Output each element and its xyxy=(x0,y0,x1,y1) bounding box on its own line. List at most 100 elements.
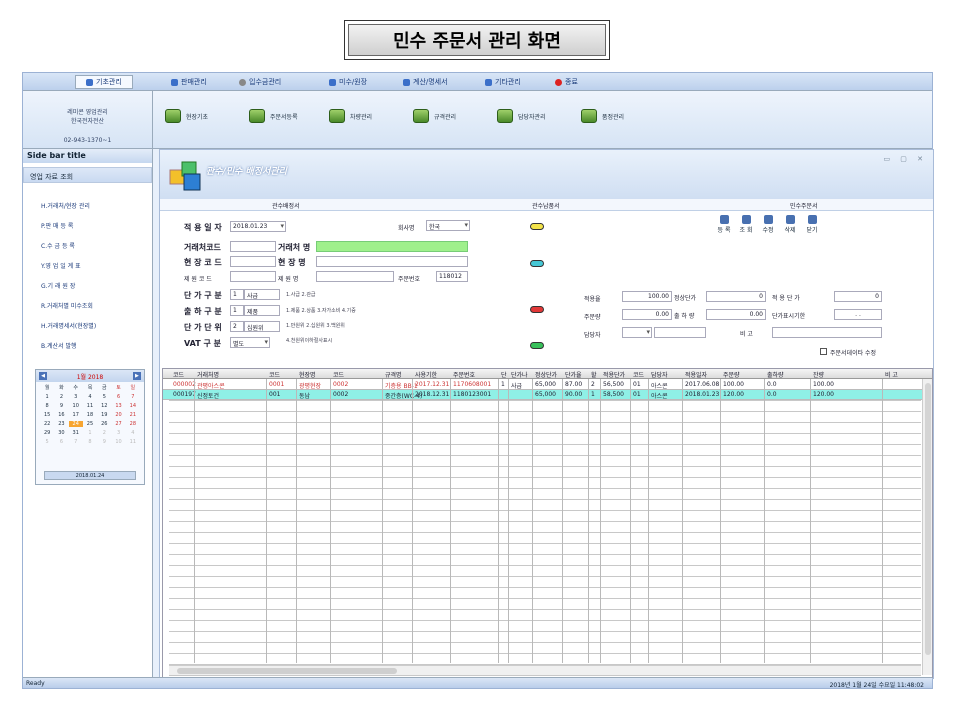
calendar-day[interactable]: 23 xyxy=(54,421,68,427)
client-name-field[interactable] xyxy=(316,241,468,252)
calendar-day[interactable]: 1 xyxy=(40,394,54,400)
calendar-day[interactable]: 5 xyxy=(97,394,111,400)
tab-gov-delivery[interactable]: 관수납품서 xyxy=(532,201,560,210)
spec-code-field[interactable] xyxy=(230,271,276,282)
calendar-day[interactable]: 27 xyxy=(111,421,125,427)
prev-month-button[interactable]: ◀ xyxy=(39,372,47,380)
grid-column-header[interactable]: 단 xyxy=(501,370,507,379)
menu-etc[interactable]: 기타관리 xyxy=(485,77,521,87)
ship-type-code-field[interactable]: 1 xyxy=(230,305,244,316)
sidebar-item-ledger[interactable]: G.기 래 원 장 xyxy=(41,281,75,290)
site-code-field[interactable] xyxy=(230,256,276,267)
calendar-day[interactable]: 1 xyxy=(83,430,97,436)
vat-select[interactable]: 별도 xyxy=(230,337,270,348)
edit-button[interactable]: 수정 xyxy=(758,214,778,242)
calendar-day[interactable]: 12 xyxy=(97,403,111,409)
calendar-day[interactable]: 29 xyxy=(40,430,54,436)
calendar-day[interactable]: 26 xyxy=(97,421,111,427)
sidebar-item-statement[interactable]: H.거래명세서(현장별) xyxy=(41,321,96,330)
calendar-day[interactable]: 17 xyxy=(69,412,83,418)
grid-column-header[interactable]: 비 고 xyxy=(885,370,898,379)
grid-column-header[interactable]: 주문번호 xyxy=(453,370,475,379)
grid-column-header[interactable]: 잔량 xyxy=(813,370,824,379)
close-button[interactable]: 닫기 xyxy=(802,214,822,242)
price-unit-value-field[interactable]: 십원위 xyxy=(244,321,280,332)
calendar-day[interactable]: 15 xyxy=(40,412,54,418)
order-qty-field[interactable]: 0.00 xyxy=(622,309,672,320)
calendar-day[interactable]: 6 xyxy=(54,439,68,445)
tool-product[interactable]: 품정관리 xyxy=(581,109,624,123)
sidebar-item-daily[interactable]: Y.영 업 일 계 표 xyxy=(41,261,81,270)
vertical-scroll-thumb[interactable] xyxy=(925,383,931,655)
menu-collection[interactable]: 입수금관리 xyxy=(239,77,281,87)
register-button[interactable]: 등 록 xyxy=(714,214,734,242)
calendar-day[interactable]: 18 xyxy=(83,412,97,418)
search-button[interactable]: 조 회 xyxy=(736,214,756,242)
grid-column-header[interactable]: 정상단가 xyxy=(535,370,557,379)
calendar-day[interactable]: 10 xyxy=(111,439,125,445)
grid-column-header[interactable]: 단가나 xyxy=(511,370,528,379)
grid-column-header[interactable]: 적용단가 xyxy=(603,370,625,379)
manager-name-field[interactable] xyxy=(654,327,706,338)
spec-name-field[interactable] xyxy=(316,271,394,282)
delete-button[interactable]: 삭제 xyxy=(780,214,800,242)
calendar-day[interactable]: 3 xyxy=(69,394,83,400)
tool-spec[interactable]: 규격관리 xyxy=(413,109,456,123)
tab-gov-assign[interactable]: 관수배정서 xyxy=(272,201,300,210)
calendar-day[interactable]: 24 xyxy=(68,421,83,427)
menu-basic[interactable]: 기초관리 xyxy=(75,75,133,89)
ship-qty-field[interactable]: 0.00 xyxy=(706,309,766,320)
calendar-day[interactable]: 13 xyxy=(111,403,125,409)
calendar-day[interactable]: 5 xyxy=(40,439,54,445)
grid-column-header[interactable]: 코드 xyxy=(269,370,280,379)
tool-manager[interactable]: 담당자관리 xyxy=(497,109,546,123)
menu-receivable[interactable]: 미수/원장 xyxy=(329,77,367,87)
apply-date-field[interactable]: 2018.01.23 xyxy=(230,221,286,232)
next-month-button[interactable]: ▶ xyxy=(132,372,141,380)
calendar-day[interactable]: 2 xyxy=(97,430,111,436)
calendar-day[interactable]: 16 xyxy=(54,412,68,418)
horizontal-scroll-thumb[interactable] xyxy=(177,668,397,674)
calendar-day[interactable]: 21 xyxy=(126,412,140,418)
tool-order-register[interactable]: 주문서등록 xyxy=(249,109,298,123)
grid-column-header[interactable]: 단가율 xyxy=(565,370,582,379)
grid-column-header[interactable]: 주문량 xyxy=(723,370,740,379)
calendar-day[interactable]: 31 xyxy=(69,430,83,436)
calendar-day[interactable]: 7 xyxy=(69,439,83,445)
grid-column-header[interactable]: 출하량 xyxy=(767,370,784,379)
window-controls[interactable]: ▭ ▢ ✕ xyxy=(883,155,927,163)
normal-price-field[interactable]: 0 xyxy=(706,291,766,302)
sidebar-item-receivable[interactable]: R.거래처별 미수조회 xyxy=(41,301,93,310)
calendar-day[interactable]: 8 xyxy=(83,439,97,445)
sidebar-item-sales[interactable]: P.판 매 등 록 xyxy=(41,221,73,230)
calendar-day[interactable]: 28 xyxy=(126,421,140,427)
calendar-day[interactable]: 11 xyxy=(83,403,97,409)
calendar-day[interactable]: 8 xyxy=(40,403,54,409)
site-name-field[interactable] xyxy=(316,256,468,267)
grid-column-header[interactable]: 할 xyxy=(591,370,597,379)
calendar-day[interactable]: 7 xyxy=(126,394,140,400)
grid-column-header[interactable]: 규격명 xyxy=(385,370,402,379)
sidebar-item-tax-invoice[interactable]: B.계산서 발행 xyxy=(41,341,77,350)
table-row[interactable]: 000002 관평아스콘 0001 광평현장 0002 기층용 BB-1 2017.12.3… xyxy=(163,380,932,390)
grid-column-header[interactable]: 코드 xyxy=(173,370,184,379)
grid-column-header[interactable]: 사용기한 xyxy=(415,370,437,379)
note-field[interactable] xyxy=(772,327,882,338)
calendar-day[interactable]: 6 xyxy=(111,394,125,400)
price-unit-code-field[interactable]: 2 xyxy=(230,321,244,332)
grid-horizontal-scrollbar[interactable] xyxy=(169,665,921,675)
calendar-day[interactable]: 25 xyxy=(83,421,97,427)
calendar-day[interactable]: 10 xyxy=(69,403,83,409)
apply-price-field[interactable]: 0 xyxy=(834,291,882,302)
order-edit-checkbox[interactable] xyxy=(820,348,827,355)
calendar-day[interactable]: 9 xyxy=(97,439,111,445)
tab-civil-order[interactable]: 민수주문서 xyxy=(790,201,818,210)
calendar-day[interactable]: 11 xyxy=(126,439,140,445)
manager-select[interactable] xyxy=(622,327,652,338)
calendar-today[interactable]: 2018.01.24 xyxy=(44,471,136,480)
calendar-day[interactable]: 19 xyxy=(97,412,111,418)
grid-column-header[interactable]: 거래처명 xyxy=(197,370,219,379)
calendar-day[interactable]: 14 xyxy=(126,403,140,409)
table-row[interactable]: 000197 신정토건 001 동남 0002 중간층(WC-4) 2018.12.31 11… xyxy=(163,390,932,400)
calendar-day[interactable]: 30 xyxy=(54,430,68,436)
